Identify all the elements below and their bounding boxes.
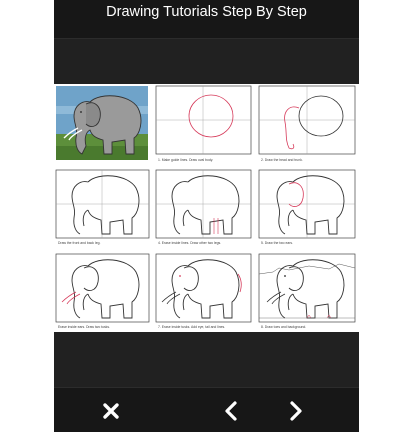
step-caption: 2. Draw the head and trunk. [261,158,303,162]
bottom-toolbar [54,387,359,432]
page-title: Drawing Tutorials Step By Step [106,4,307,20]
step-caption: Draw the front and back leg. [58,241,100,245]
step-panel-5: 5. Draw the two ears. [258,169,356,245]
close-icon [103,403,119,419]
top-bar: Drawing Tutorials Step By Step [54,0,359,39]
chevron-left-icon [225,401,237,421]
step-panel-7: 7. Erase inside tusks. Add eye, tail and… [155,253,252,329]
chevron-right-icon [290,401,302,421]
close-button[interactable] [98,398,124,424]
step-caption: 5. Draw the two ears. [261,241,293,245]
step-caption: 7. Erase inside tusks. Add eye, tail and… [158,325,225,329]
step-caption: Erase inside ears. Draw two tusks. [58,325,110,329]
step-panel-2: 2. Draw the head and trunk. [258,85,356,162]
next-button[interactable] [282,398,308,424]
step-panel-4: 4. Erase inside lines. Draw other two le… [155,169,252,245]
tutorial-steps-grid: 1. Make guide lines. Draw oval body. 2. … [55,85,356,329]
step-panel-1: 1. Make guide lines. Draw oval body. [155,85,252,162]
step-panel-colored [56,86,148,160]
step-panel-8: 8. Draw toes and background. [258,253,356,329]
step-caption: 8. Draw toes and background. [261,325,306,329]
step-caption: 1. Make guide lines. Draw oval body. [158,158,213,162]
step-panel-3: Draw the front and back leg. [55,169,150,245]
app-screen: Drawing Tutorials Step By Step 1. Make g… [54,0,359,432]
previous-button[interactable] [219,398,245,424]
tutorial-image: 1. Make guide lines. Draw oval body. 2. … [54,84,359,332]
step-panel-6: Erase inside ears. Draw two tusks. [55,253,150,329]
step-caption: 4. Erase inside lines. Draw other two le… [158,241,221,245]
